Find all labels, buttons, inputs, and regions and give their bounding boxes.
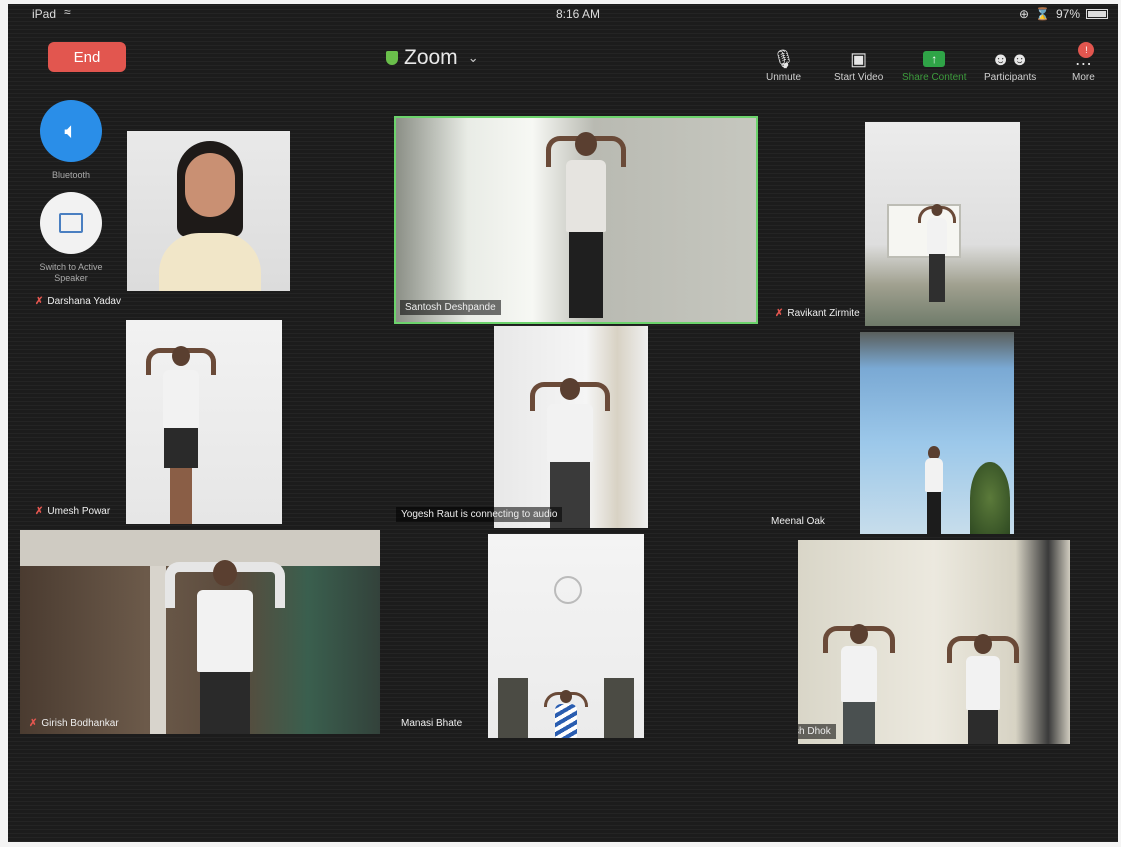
video-off-icon: ▣ xyxy=(850,48,868,69)
participant-figure xyxy=(947,630,1019,744)
switch-active-speaker-button[interactable] xyxy=(40,192,102,254)
meeting-title: Zoom xyxy=(404,46,458,69)
muted-mic-icon: ✗ xyxy=(775,308,784,319)
bluetooth-status-icon: ⌛ xyxy=(1035,7,1050,21)
video-tile[interactable] xyxy=(494,326,648,528)
active-speaker-icon xyxy=(59,213,83,233)
participants-button[interactable]: ☻☻ Participants xyxy=(984,46,1037,84)
notification-badge: ! xyxy=(1078,42,1095,58)
participant-figure xyxy=(914,442,954,534)
video-tile[interactable] xyxy=(126,320,282,524)
participant-name: Santosh Deshpande xyxy=(400,300,501,315)
battery-icon xyxy=(1086,9,1108,19)
muted-mic-icon: ✗ xyxy=(35,296,44,307)
pillar xyxy=(150,566,166,734)
muted-mic-icon: ✗ xyxy=(29,718,38,729)
clock: 8:16 AM xyxy=(556,7,601,21)
participant-figure xyxy=(159,137,261,291)
participant-figure xyxy=(165,552,285,734)
share-arrow-icon: ↑ xyxy=(923,51,946,67)
bluetooth-label: Bluetooth xyxy=(51,170,91,180)
more-label: More xyxy=(1072,72,1095,83)
battery-percent: 97% xyxy=(1055,7,1080,21)
participant-name: ✗ Darshana Yadav xyxy=(35,296,121,307)
wifi-icon: ≈ xyxy=(64,5,71,19)
participant-name: Manasi Bhate xyxy=(401,718,463,729)
participant-figure xyxy=(146,342,216,524)
unmute-label: Unmute xyxy=(766,72,802,83)
participant-name: Yogesh Raut is connecting to audio xyxy=(396,507,563,522)
lock-rotation-icon: ⊕ xyxy=(1018,7,1030,21)
meeting-title-dropdown[interactable]: Zoom ⌄ xyxy=(386,46,479,70)
participants-icon: ☻☻ xyxy=(991,48,1030,69)
switch-speaker-label: Switch to Active Speaker xyxy=(39,262,103,283)
tree xyxy=(970,462,1010,534)
chevron-down-icon: ⌄ xyxy=(467,50,479,65)
curtain-left xyxy=(498,678,528,738)
video-tile[interactable]: ✗ Girish Bodhankar xyxy=(20,530,380,734)
start-video-label: Start Video xyxy=(834,72,884,83)
zoom-meeting-screen: iPad ≈ 8:16 AM ⊕ ⌛ 97% End Zoom ⌄ 🎙︎ Unm… xyxy=(8,4,1118,842)
participant-figure xyxy=(917,202,957,312)
share-content-label: Share Content xyxy=(902,72,967,83)
speaker-icon: 🔈︎ xyxy=(64,118,78,143)
muted-mic-icon: ✗ xyxy=(35,506,44,517)
end-button[interactable]: End xyxy=(48,42,126,72)
participant-figure xyxy=(544,690,588,738)
participant-name: ✗ Ravikant Zirmite xyxy=(775,308,860,319)
video-tile[interactable]: Mahesh Dhok xyxy=(798,540,1070,744)
muted-mic-icon: 🎙︎ xyxy=(772,48,795,69)
participant-name: ✗ Girish Bodhankar xyxy=(29,718,119,729)
participant-name: ✗ Umesh Powar xyxy=(35,506,111,517)
ceiling-light xyxy=(554,576,582,604)
curtain-right xyxy=(604,678,634,738)
video-tile[interactable] xyxy=(860,332,1014,534)
status-right: ⊕ ⌛ 97% xyxy=(1019,7,1108,21)
bluetooth-audio-button[interactable]: 🔈︎ xyxy=(40,100,102,162)
video-tile[interactable] xyxy=(127,131,290,291)
more-dots-icon: … ! xyxy=(1074,42,1095,72)
participants-label: Participants xyxy=(984,72,1037,83)
more-button[interactable]: … ! More xyxy=(1072,42,1095,83)
video-tile-active-speaker[interactable]: Santosh Deshpande xyxy=(394,116,758,324)
video-tile[interactable] xyxy=(488,534,644,738)
shield-icon xyxy=(386,51,398,65)
participant-name: Mahesh Dhok xyxy=(798,724,836,739)
participant-figure xyxy=(546,126,626,322)
unmute-button[interactable]: 🎙︎ Unmute xyxy=(766,46,802,84)
video-tile[interactable] xyxy=(865,122,1020,326)
participant-name: Meenal Oak xyxy=(771,516,825,527)
start-video-button[interactable]: ▣ Start Video xyxy=(834,46,884,84)
status-bar: iPad ≈ 8:16 AM ⊕ ⌛ 97% xyxy=(8,4,1118,26)
participant-figure xyxy=(530,374,610,528)
device-label: iPad xyxy=(32,7,57,21)
share-content-button[interactable]: ↑ Share Content xyxy=(902,46,967,83)
